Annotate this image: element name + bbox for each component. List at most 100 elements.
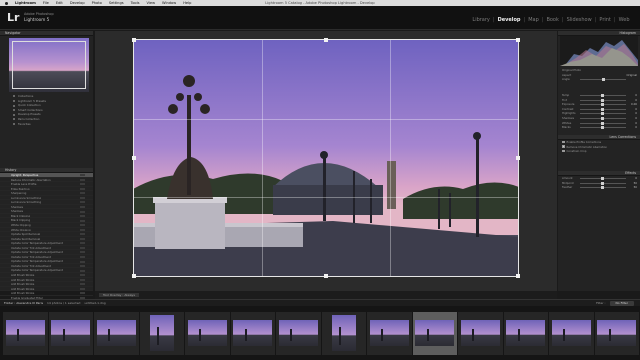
slider-knob[interactable] <box>601 126 605 130</box>
slider-knob[interactable] <box>601 103 605 107</box>
adjustment-slider[interactable] <box>580 186 626 190</box>
history-step-indicator <box>80 274 85 277</box>
slider-knob[interactable] <box>601 112 605 116</box>
module-develop[interactable]: Develop <box>496 17 522 23</box>
bridge-photo <box>133 39 519 277</box>
history-step-indicator <box>80 265 85 268</box>
checkbox-icon[interactable] <box>562 149 565 153</box>
apple-icon[interactable] <box>5 1 8 5</box>
slider-knob[interactable] <box>601 94 605 97</box>
history-step-label: Update Color Temperature Adjustment <box>11 250 63 255</box>
histogram <box>560 36 638 66</box>
lens-option[interactable]: Constrain Crop <box>558 149 640 154</box>
history-step-label: Update Color Temperature Adjustment <box>11 241 63 246</box>
history-step-indicator <box>80 292 85 295</box>
filmstrip-thumbnail[interactable] <box>230 311 275 355</box>
filmstrip-thumbnail[interactable] <box>321 311 366 355</box>
adjustment-slider[interactable] <box>580 98 626 102</box>
adjustment-slider[interactable] <box>580 112 626 116</box>
history-step-indicator <box>80 206 85 209</box>
module-web[interactable]: Web <box>617 17 631 23</box>
module-library[interactable]: Library <box>471 17 491 23</box>
filmstrip-thumbnail[interactable] <box>412 311 457 355</box>
filmstrip-thumbnail[interactable] <box>458 311 503 355</box>
adjustment-slider[interactable] <box>580 126 626 130</box>
collection-item[interactable]: Favorites <box>0 122 93 127</box>
history-step-indicator <box>80 210 85 213</box>
checkbox-icon[interactable] <box>562 145 565 148</box>
slider-knob[interactable] <box>602 78 606 82</box>
slider-knob[interactable] <box>601 116 605 120</box>
menu-tools[interactable]: Tools <box>131 1 140 5</box>
tool-overlay-select[interactable]: Tool Overlay : Always <box>99 292 139 298</box>
left-panel: Navigator Collections Lightroom 5 Presets… <box>0 31 93 328</box>
adjustment-slider[interactable] <box>580 177 626 180</box>
module-print[interactable]: Print <box>598 17 613 23</box>
module-map[interactable]: Map <box>527 17 541 23</box>
menu-develop[interactable]: Develop <box>70 1 85 5</box>
history-step-indicator <box>80 219 85 222</box>
aspect-label: Aspect <box>562 72 572 77</box>
filmstrip-thumbnail[interactable] <box>276 311 321 355</box>
history-step-label: Update Color Tint Adjustment <box>11 263 51 268</box>
photo-preview[interactable] <box>133 39 519 277</box>
slider-knob[interactable] <box>601 98 605 102</box>
menu-view[interactable]: View <box>146 1 155 5</box>
filmstrip-thumbnail[interactable] <box>185 311 230 355</box>
adjustment-slider[interactable] <box>580 94 626 97</box>
slider-knob[interactable] <box>601 107 605 111</box>
lens-options: Enable Profile Corrections Remove Chromat… <box>558 140 640 154</box>
navigator-view-box[interactable] <box>12 41 86 89</box>
menu-settings[interactable]: Settings <box>109 1 124 5</box>
history-panel: History Upright: Perspective Reduce Chrom… <box>0 168 93 316</box>
angle-slider[interactable] <box>580 78 626 82</box>
history-step-indicator <box>80 196 85 199</box>
navigator-preview[interactable] <box>9 38 89 92</box>
develop-toolbar: Tool Overlay : Always <box>95 291 557 299</box>
thumbnail-image <box>415 320 455 346</box>
menu-photo[interactable]: Photo <box>92 1 102 5</box>
adjustment-slider[interactable] <box>580 116 626 120</box>
angle-row[interactable]: Angle <box>558 77 640 82</box>
slider-value[interactable]: 0 <box>635 125 637 130</box>
filmstrip-thumbnail[interactable] <box>549 311 594 355</box>
collections-list: Collections Lightroom 5 Presets Quick Coll… <box>0 94 93 166</box>
adjustment-slider[interactable] <box>580 107 626 111</box>
filter-select[interactable]: No Filter <box>609 300 634 306</box>
menu-help[interactable]: Help <box>183 1 191 5</box>
image-canvas[interactable] <box>95 31 557 291</box>
filmstrip-thumbnail[interactable] <box>3 311 48 355</box>
menu-file[interactable]: File <box>43 1 49 5</box>
filmstrip-thumbnail[interactable] <box>594 311 639 355</box>
filmstrip-thumbnail[interactable] <box>503 311 548 355</box>
slider-row[interactable]: Feather 50 <box>558 185 640 190</box>
adjustment-slider[interactable] <box>580 181 626 185</box>
slider-knob[interactable] <box>601 177 605 180</box>
slider-row[interactable]: Blacks 0 <box>558 125 640 130</box>
adjustment-slider[interactable] <box>580 121 626 125</box>
history-step-label: Edge Painting <box>11 186 30 191</box>
history-step-label: Update Color Tint Adjustment <box>11 254 51 259</box>
history-step-label: Add Brush Stroke <box>11 291 35 296</box>
module-slideshow[interactable]: Slideshow <box>565 17 593 23</box>
filmstrip-source[interactable]: Folder : Alexandre III Paris <box>4 301 43 305</box>
checkbox-icon[interactable] <box>562 140 565 144</box>
filmstrip-thumbnail[interactable] <box>94 311 139 355</box>
slider-knob[interactable] <box>601 121 605 125</box>
history-step-indicator <box>80 246 85 249</box>
adjustment-slider[interactable] <box>580 103 626 107</box>
menu-app[interactable]: Lightroom <box>15 1 36 5</box>
slider-value[interactable]: 50 <box>634 185 637 190</box>
history-step-label: Reduce Chromatic Aberration <box>11 177 51 182</box>
history-step-label: Shadows <box>11 204 24 209</box>
menu-edit[interactable]: Edit <box>56 1 63 5</box>
history-step-label: Update Color Temperature Adjustment <box>11 259 63 264</box>
filmstrip-thumbnail[interactable] <box>48 311 93 355</box>
module-book[interactable]: Book <box>545 17 560 23</box>
filmstrip-thumbnail[interactable] <box>367 311 412 355</box>
navigator-header[interactable]: Navigator <box>0 31 93 36</box>
menu-window[interactable]: Window <box>162 1 176 5</box>
filmstrip-thumbnail[interactable] <box>139 311 184 355</box>
slider-knob[interactable] <box>601 181 605 185</box>
slider-knob[interactable] <box>601 186 605 190</box>
